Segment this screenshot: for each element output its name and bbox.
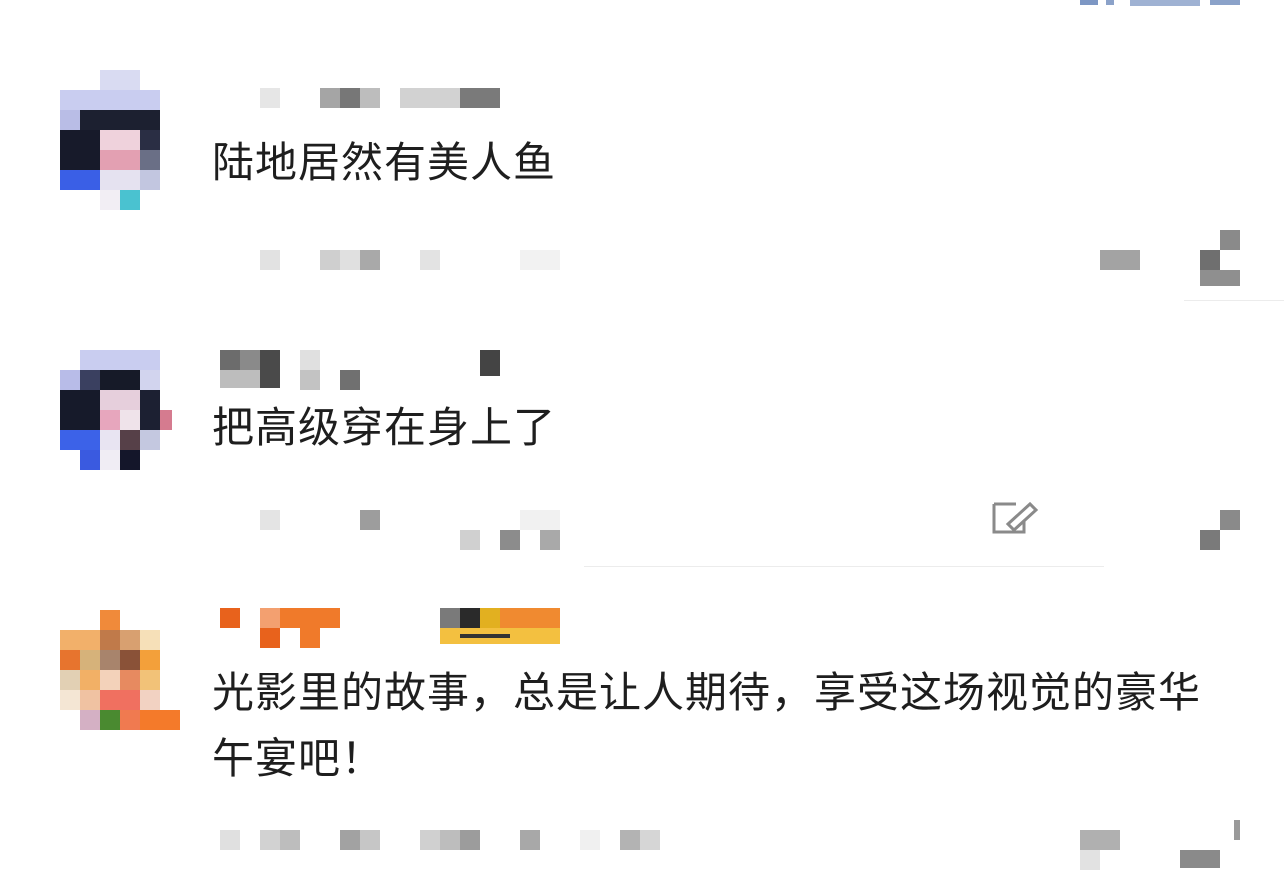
username[interactable]	[212, 88, 592, 124]
like-icon[interactable]	[1080, 830, 1120, 870]
reply-icon[interactable]	[1200, 230, 1240, 286]
divider	[584, 566, 1104, 567]
edit-icon[interactable]	[992, 500, 1039, 534]
avatar[interactable]	[60, 70, 180, 210]
username[interactable]	[212, 608, 592, 648]
avatar[interactable]	[60, 610, 180, 750]
comment-text: 把高级穿在身上了	[212, 403, 557, 452]
comment-meta	[212, 250, 612, 280]
avatar[interactable]	[60, 350, 180, 490]
divider	[1184, 300, 1284, 301]
comment-meta	[212, 830, 660, 860]
comment-meta	[212, 510, 612, 550]
comment-text: 光影里的故事，总是让人期待，享受这场视觉的豪华午宴吧！	[212, 668, 1202, 783]
username[interactable]	[212, 350, 592, 390]
reply-icon[interactable]	[1200, 510, 1240, 550]
like-icon[interactable]	[1100, 250, 1140, 270]
reply-icon[interactable]	[1180, 820, 1240, 870]
comment-text: 陆地居然有美人鱼	[212, 138, 557, 187]
top-sort-link[interactable]	[1080, 0, 1250, 8]
